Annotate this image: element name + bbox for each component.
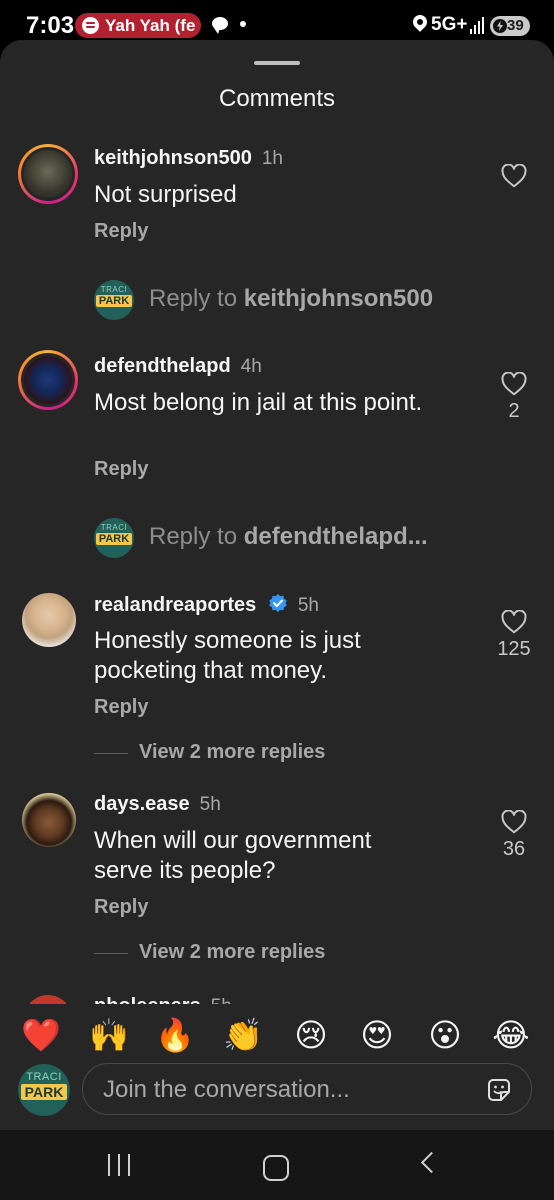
- more-notifications-dot-icon: [240, 21, 246, 27]
- emoji-heart-eyes[interactable]: 😍: [356, 1014, 398, 1056]
- message-notification-icon: [212, 17, 228, 34]
- sheet-title: Comments: [218, 85, 336, 112]
- avatar[interactable]: [18, 144, 78, 204]
- spotify-icon: [82, 17, 99, 34]
- reply-button[interactable]: Reply: [94, 896, 148, 919]
- network-type: 5G+: [431, 14, 468, 35]
- battery-indicator: 39: [490, 16, 530, 36]
- comment-text: Most belong in jail at this point.: [94, 389, 423, 416]
- emoji-laughing[interactable]: 😂: [490, 1014, 532, 1056]
- comment-time: 5h: [297, 595, 319, 616]
- sheet-drag-handle[interactable]: [254, 61, 300, 65]
- comment-text: Not surprised: [94, 181, 237, 208]
- recent-apps-icon[interactable]: [106, 1154, 132, 1176]
- verified-badge-icon: [269, 594, 287, 612]
- emoji-raised-hands[interactable]: 🙌: [88, 1014, 130, 1056]
- back-icon[interactable]: [420, 1151, 443, 1174]
- view-more-replies-label: View 2 more replies: [139, 741, 326, 763]
- like-count: 125: [497, 638, 531, 660]
- like-count: 2: [508, 400, 520, 422]
- location-icon: [410, 12, 430, 32]
- sticker-icon[interactable]: [485, 1076, 513, 1104]
- comment-input[interactable]: Join the conversation...: [82, 1063, 532, 1115]
- comment-input-placeholder: Join the conversation...: [103, 1076, 350, 1103]
- thread-line: [94, 953, 128, 954]
- avatar[interactable]: [22, 593, 76, 647]
- heart-icon: [501, 372, 527, 396]
- comment-username[interactable]: days.ease 5h: [94, 793, 221, 816]
- view-more-replies-label: View 2 more replies: [139, 941, 326, 963]
- battery-saver-icon: [493, 19, 507, 33]
- comment-username[interactable]: realandreaportes 5h: [94, 593, 319, 617]
- comment-text: When will our government serve its peopl…: [94, 827, 372, 884]
- signal-icon: [470, 16, 486, 34]
- emoji-surprised[interactable]: 😮: [424, 1014, 466, 1056]
- current-user-avatar: TRACI PARK: [94, 280, 134, 320]
- heart-icon: [501, 810, 527, 834]
- like-button[interactable]: [496, 164, 532, 188]
- system-nav-bar: [0, 1130, 554, 1200]
- avatar[interactable]: [18, 350, 78, 410]
- like-button[interactable]: 36: [496, 810, 532, 861]
- comment-time: 4h: [240, 356, 262, 377]
- like-button[interactable]: 125: [492, 610, 536, 661]
- emoji-crying[interactable]: 😢: [290, 1014, 332, 1056]
- comment-time: 1h: [261, 148, 283, 169]
- home-icon[interactable]: [263, 1155, 289, 1181]
- reply-to-text: Reply to keithjohnson500: [149, 285, 434, 312]
- avatar[interactable]: [22, 793, 76, 847]
- emoji-heart[interactable]: ❤️: [20, 1014, 62, 1056]
- reply-button[interactable]: Reply: [94, 696, 148, 719]
- status-time: 7:03: [26, 12, 75, 39]
- media-pill-label: Yah Yah (fe: [105, 16, 196, 35]
- comment-time: 5h: [199, 794, 221, 815]
- comments-sheet: Comments keithjohnson500 1h Not surprised…: [0, 40, 554, 1130]
- emoji-fire[interactable]: 🔥: [154, 1014, 196, 1056]
- comment-username[interactable]: keithjohnson500 1h: [94, 147, 283, 170]
- like-button[interactable]: 2: [496, 372, 532, 423]
- heart-icon: [501, 610, 527, 634]
- reply-to-text: Reply to defendthelapd...: [149, 523, 428, 550]
- reply-button[interactable]: Reply: [94, 220, 148, 243]
- heart-icon: [501, 164, 527, 188]
- compose-bar: TRACI PARK Join the conversation...: [0, 1058, 554, 1130]
- comment-text: Honestly someone is just pocketing that …: [94, 627, 361, 684]
- comment-username[interactable]: defendthelapd 4h: [94, 355, 262, 378]
- thread-line: [94, 753, 128, 754]
- emoji-clap[interactable]: 👏: [222, 1014, 264, 1056]
- like-count: 36: [502, 838, 526, 860]
- current-user-avatar: TRACI PARK: [18, 1064, 70, 1116]
- battery-level: 39: [507, 17, 524, 34]
- current-user-avatar: TRACI PARK: [94, 518, 134, 558]
- reply-button[interactable]: Reply: [94, 458, 148, 481]
- media-playing-pill[interactable]: Yah Yah (fe: [75, 13, 201, 38]
